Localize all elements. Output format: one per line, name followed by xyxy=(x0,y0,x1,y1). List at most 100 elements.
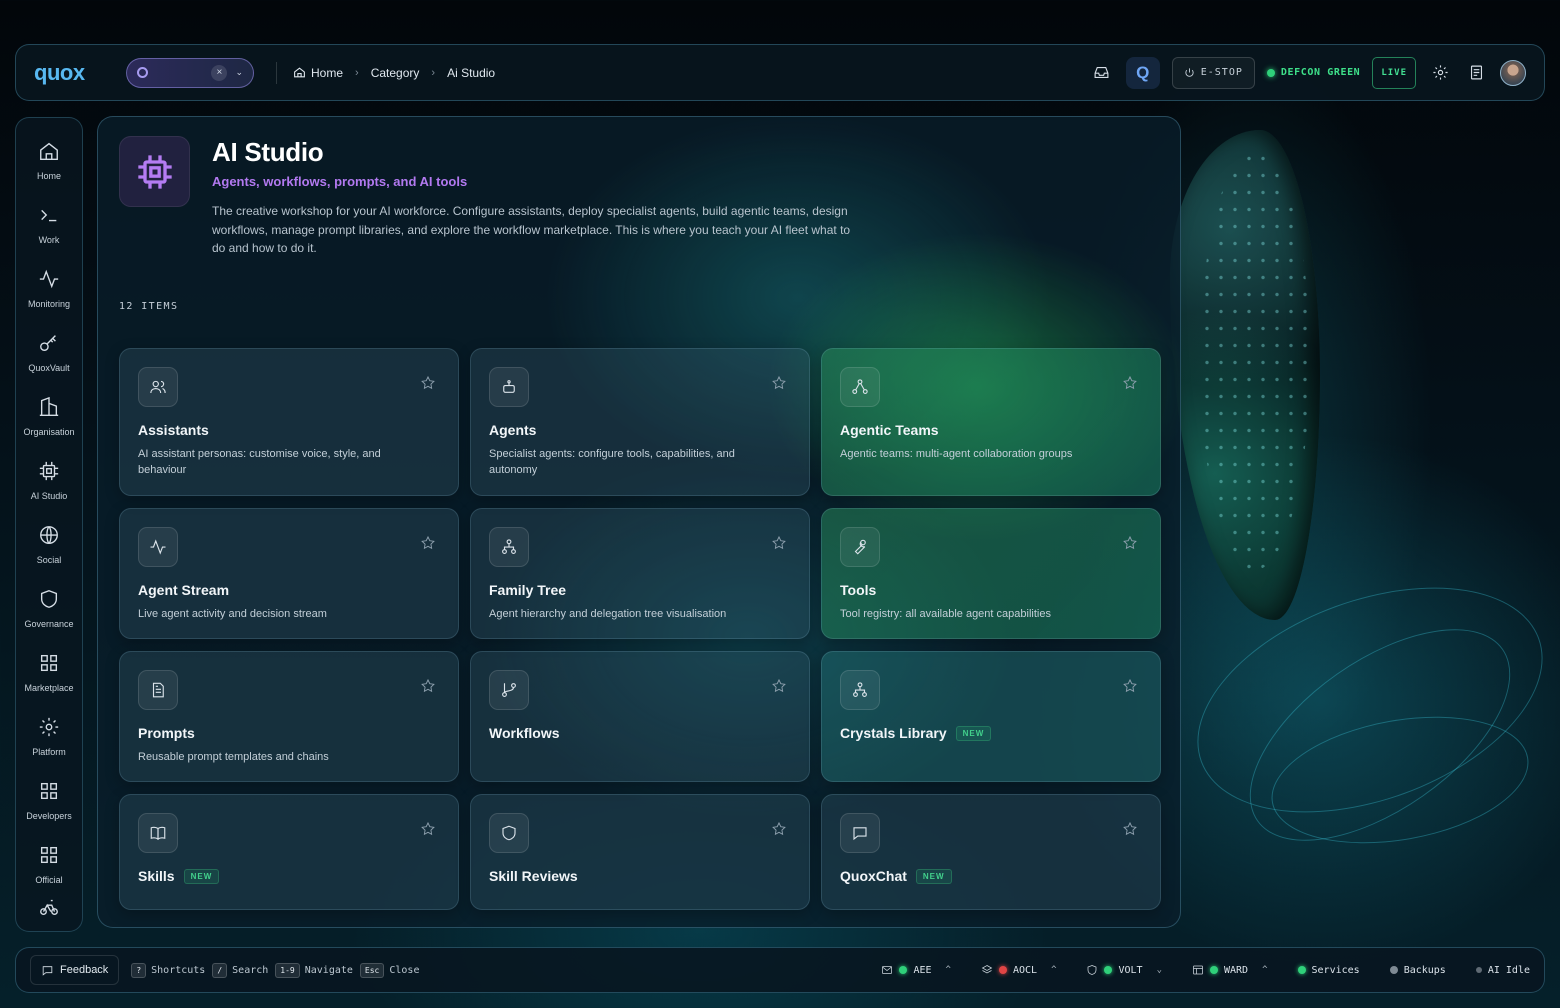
shortcut-key: 1-9 xyxy=(275,962,300,978)
service-aocl[interactable]: AOCL ^ xyxy=(981,964,1056,976)
service-volt[interactable]: VOLT ⌄ xyxy=(1086,964,1162,976)
card-crystals-library[interactable]: Crystals Library NEW xyxy=(821,651,1161,782)
card-workflows[interactable]: Workflows xyxy=(470,651,810,782)
sidebar-item-developers[interactable]: Developers xyxy=(16,758,82,822)
sidebar-item-work[interactable]: Work xyxy=(16,182,82,246)
star-icon[interactable] xyxy=(1122,678,1138,694)
card-title: Assistants xyxy=(138,422,209,438)
breadcrumb-category[interactable]: Category xyxy=(371,66,420,80)
card-description: Tool registry: all available agent capab… xyxy=(840,608,1051,620)
breadcrumb-home[interactable]: Home xyxy=(293,66,343,80)
service-ward[interactable]: WARD ^ xyxy=(1192,964,1268,976)
sidebar-item-governance[interactable]: Governance xyxy=(16,566,82,630)
star-icon[interactable] xyxy=(1122,375,1138,391)
gear-icon[interactable] xyxy=(1428,61,1452,85)
chevron-up-icon: ^ xyxy=(945,965,951,975)
star-icon[interactable] xyxy=(771,535,787,551)
branch-icon xyxy=(489,670,529,710)
card-prompts[interactable]: Prompts Reusable prompt templates and ch… xyxy=(119,651,459,782)
sidebar-item-marketplace[interactable]: Marketplace xyxy=(16,630,82,694)
sidebar-item-home[interactable]: Home xyxy=(16,118,82,182)
sidebar-item-ai-studio[interactable]: AI Studio xyxy=(16,438,82,502)
card-title: Skills xyxy=(138,868,175,884)
card-title: Workflows xyxy=(489,725,560,741)
status-dot xyxy=(1475,967,1482,973)
clear-icon[interactable]: × xyxy=(211,64,228,81)
card-assistants[interactable]: Assistants AI assistant personas: custom… xyxy=(119,348,459,496)
chat-icon xyxy=(840,813,880,853)
card-title: QuoxChat xyxy=(840,868,907,884)
card-skill-reviews[interactable]: Skill Reviews xyxy=(470,794,810,910)
layers-icon xyxy=(981,965,993,974)
notes-icon[interactable] xyxy=(1464,61,1488,85)
shortcut-key: ? xyxy=(131,962,147,978)
shortcut-label: Close xyxy=(389,964,420,976)
star-icon[interactable] xyxy=(1122,535,1138,551)
main-panel: AI Studio Agents, workflows, prompts, an… xyxy=(97,116,1181,928)
shortcut-key: / xyxy=(212,962,228,978)
card-description: Agentic teams: multi-agent collaboration… xyxy=(840,448,1073,460)
chip-icon xyxy=(137,154,172,189)
inbox-icon[interactable] xyxy=(1090,61,1114,85)
star-icon[interactable] xyxy=(771,375,787,391)
card-description: Specialist agents: configure tools, capa… xyxy=(489,448,735,476)
quox-assistant-button[interactable]: Q xyxy=(1125,56,1160,89)
users-icon xyxy=(138,367,178,407)
home-icon xyxy=(40,142,58,160)
network-icon xyxy=(840,367,880,407)
chevron-down-icon: ⌄ xyxy=(1156,965,1162,975)
power-icon xyxy=(1185,68,1194,77)
star-icon[interactable] xyxy=(420,678,436,694)
card-description: Reusable prompt templates and chains xyxy=(138,751,329,763)
star-icon[interactable] xyxy=(420,535,436,551)
page-title: AI Studio xyxy=(212,137,324,167)
card-description: AI assistant personas: customise voice, … xyxy=(138,448,381,476)
sidebar-item-organisation[interactable]: Organisation xyxy=(16,374,82,438)
feedback-button[interactable]: Feedback xyxy=(30,955,120,985)
backups-status[interactable]: Backups xyxy=(1389,965,1446,976)
book-icon xyxy=(138,813,178,853)
live-badge[interactable]: LIVE xyxy=(1372,56,1416,89)
card-agents[interactable]: Agents Specialist agents: configure tool… xyxy=(470,348,810,496)
sidebar-item-more[interactable] xyxy=(16,886,82,931)
star-icon[interactable] xyxy=(420,375,436,391)
card-skills[interactable]: Skills NEW xyxy=(119,794,459,910)
page-icon xyxy=(119,136,190,207)
sidebar-item-social[interactable]: Social xyxy=(16,502,82,566)
card-agent-stream[interactable]: Agent Stream Live agent activity and dec… xyxy=(119,508,459,639)
service-aee[interactable]: AEE ^ xyxy=(881,964,951,976)
divider xyxy=(276,61,277,84)
context-selector[interactable]: × ⌄ xyxy=(126,57,254,88)
defcon-status[interactable]: DEFCON GREEN xyxy=(1266,67,1360,78)
card-agentic-teams[interactable]: Agentic Teams Agentic teams: multi-agent… xyxy=(821,348,1161,496)
card-title: Agent Stream xyxy=(138,582,230,598)
star-icon[interactable] xyxy=(1122,821,1138,837)
sidebar-item-quoxvault[interactable]: QuoxVault xyxy=(16,310,82,374)
star-icon[interactable] xyxy=(771,821,787,837)
card-tools[interactable]: Tools Tool registry: all available agent… xyxy=(821,508,1161,639)
card-title: Tools xyxy=(840,582,877,598)
gear-icon xyxy=(39,717,59,737)
emergency-stop-button[interactable]: E-STOP xyxy=(1171,56,1255,89)
grid-icon xyxy=(40,846,58,864)
card-title: Agentic Teams xyxy=(840,422,939,438)
sidebar-item-official[interactable]: Official xyxy=(16,822,82,886)
chevron-down-icon[interactable]: ⌄ xyxy=(235,67,243,78)
ai-status[interactable]: AI Idle xyxy=(1475,965,1530,976)
status-dot xyxy=(1104,966,1113,974)
sidebar-item-monitoring[interactable]: Monitoring xyxy=(16,246,82,310)
app-logo[interactable]: quox xyxy=(34,60,104,86)
star-icon[interactable] xyxy=(771,678,787,694)
hierarchy-icon xyxy=(489,527,529,567)
card-quoxchat[interactable]: QuoxChat NEW xyxy=(821,794,1161,910)
target-icon xyxy=(137,67,148,78)
chat-icon xyxy=(42,965,53,976)
star-icon[interactable] xyxy=(420,821,436,837)
key-icon xyxy=(40,335,56,352)
services-status[interactable]: Services xyxy=(1297,965,1360,976)
shortcut-label: Navigate xyxy=(304,964,353,976)
shortcut-label: Shortcuts xyxy=(151,964,206,976)
card-family-tree[interactable]: Family Tree Agent hierarchy and delegati… xyxy=(470,508,810,639)
sidebar-item-platform[interactable]: Platform xyxy=(16,694,82,758)
avatar[interactable] xyxy=(1500,59,1526,86)
